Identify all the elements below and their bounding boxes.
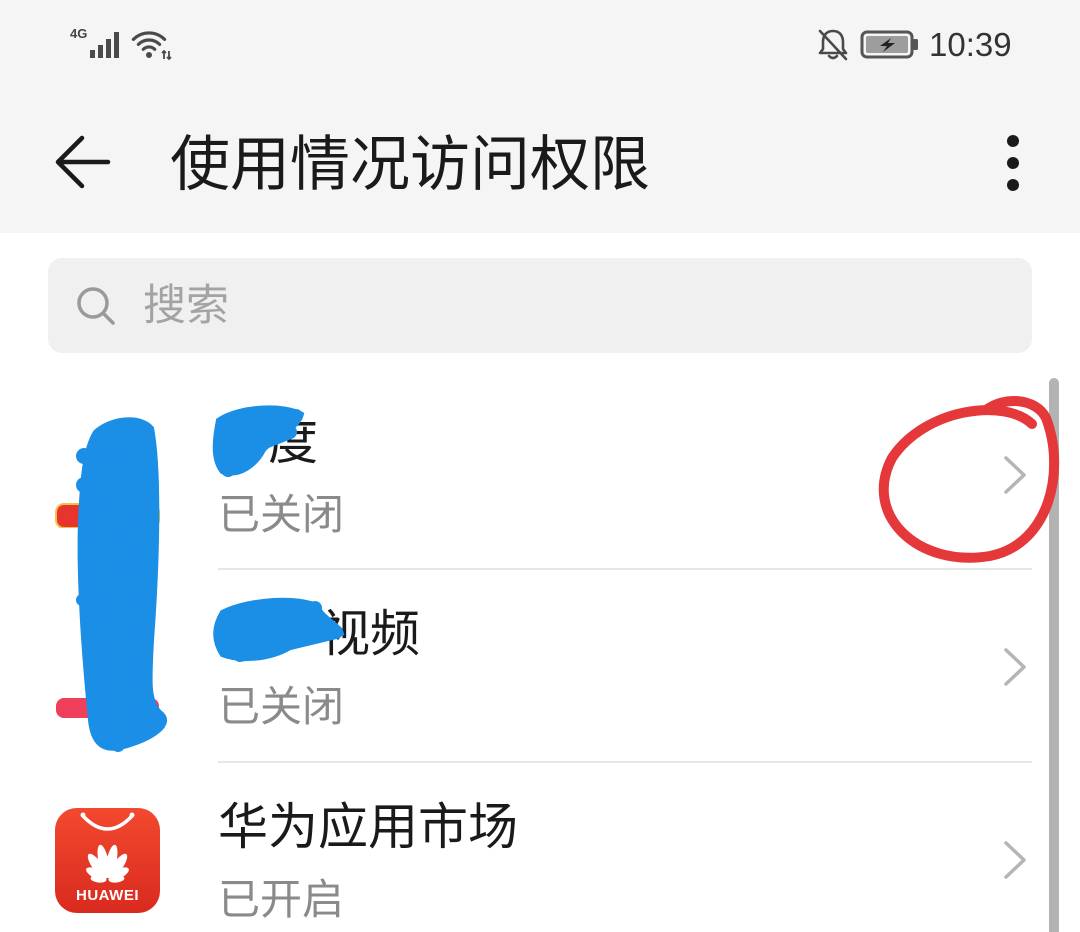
huawei-logo-text: HUAWEI xyxy=(76,887,139,904)
app-icon xyxy=(55,615,160,720)
item-status: 已关闭 xyxy=(218,682,345,731)
bell-off-icon xyxy=(818,29,848,61)
item-title: 度 xyxy=(218,412,318,472)
item-status: 已关闭 xyxy=(218,490,345,539)
chevron-right-icon xyxy=(1004,456,1026,494)
status-bar: 4G 10:39 xyxy=(0,0,1080,90)
screen: 4G 10:39 使用情况访问权限 搜索 度 已关闭 视频 已关闭 HUAWEI… xyxy=(0,0,1080,932)
list-item-app-2[interactable]: 视频 已关闭 xyxy=(0,570,1045,763)
back-button[interactable] xyxy=(44,130,124,194)
search-icon xyxy=(77,287,115,325)
scrollbar[interactable] xyxy=(1049,378,1059,932)
clock-time: 10:39 xyxy=(929,26,1012,63)
redacted-title-part xyxy=(218,449,268,459)
more-vertical-icon xyxy=(1007,135,1019,191)
search-input[interactable] xyxy=(143,258,1003,353)
chevron-right-icon xyxy=(1004,648,1026,686)
page-title: 使用情况访问权限 xyxy=(170,130,650,200)
app-icon xyxy=(55,423,160,529)
network-type-label: 4G xyxy=(70,26,88,41)
item-status: 已开启 xyxy=(218,875,345,924)
wifi-icon xyxy=(131,31,172,61)
signal-icon xyxy=(90,32,119,58)
huawei-appgallery-icon: HUAWEI xyxy=(55,808,160,913)
item-title-text: 度 xyxy=(268,413,318,471)
back-arrow-icon xyxy=(55,135,111,189)
list-item-huawei-appgallery[interactable]: HUAWEI 华为应用市场 已开启 xyxy=(0,763,1045,932)
list-item-app-1[interactable]: 度 已关闭 xyxy=(0,378,1045,570)
item-title-text: 视频 xyxy=(320,605,420,663)
search-bar[interactable] xyxy=(48,258,1032,353)
more-options-button[interactable] xyxy=(988,130,1038,196)
item-title: 视频 xyxy=(218,604,420,664)
item-title: 华为应用市场 xyxy=(218,798,518,856)
chevron-right-icon xyxy=(1004,841,1026,879)
battery-charging-icon xyxy=(860,30,918,59)
redacted-title-part xyxy=(218,641,320,651)
